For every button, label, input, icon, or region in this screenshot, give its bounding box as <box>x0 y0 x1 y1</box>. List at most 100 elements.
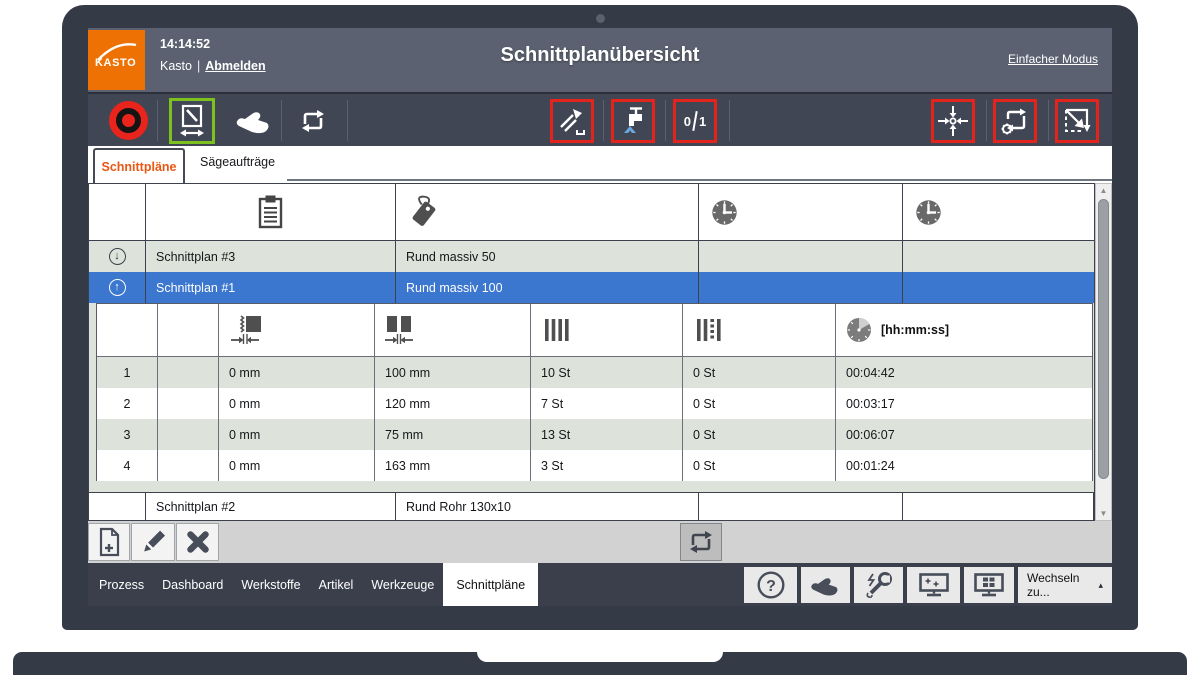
detail-spare-cell <box>158 357 219 388</box>
detail-row[interactable]: 3 0 mm 75 mm 13 St 0 St 00:06:07 <box>97 419 1092 450</box>
scrollbar-thumb[interactable] <box>1098 199 1109 479</box>
detail-qty-cell: 3 St <box>531 450 683 481</box>
detail-spare-cell <box>158 450 219 481</box>
tab-saegeauftraege[interactable]: Sägeaufträge <box>200 155 275 169</box>
plan-detail-zone: [hh:mm:ss] 1 0 mm 100 mm 10 St 0 St 00:0… <box>89 303 1094 492</box>
service-tools-button[interactable] <box>854 567 903 603</box>
time1-cell <box>699 241 903 272</box>
detail-spare-cell <box>158 419 219 450</box>
detail-row[interactable]: 4 0 mm 163 mm 3 St 0 St 00:01:24 <box>97 450 1092 481</box>
page-title: Schnittplanübersicht <box>88 44 1112 67</box>
nav-item-werkzeuge[interactable]: Werkzeuge <box>362 578 443 592</box>
detail-header-num <box>97 304 158 356</box>
time1-cell <box>699 272 903 303</box>
edit-plan-button[interactable] <box>131 523 175 561</box>
app-header: KASTO 14:14:52 Kasto|Abmelden Schnittpla… <box>88 28 1112 92</box>
cut-length-icon <box>379 314 419 346</box>
time2-cell <box>903 493 1094 520</box>
clock-icon <box>711 199 738 226</box>
nav-item-artikel[interactable]: Artikel <box>310 578 363 592</box>
os-monitor-windows-icon <box>973 572 1005 598</box>
switch-to-button[interactable]: Wechseln zu... ▴ <box>1018 567 1112 603</box>
time2-cell <box>903 272 1094 303</box>
detail-time-cell: 00:01:24 <box>836 450 1092 481</box>
clean-screen-button[interactable] <box>907 567 960 603</box>
nav-item-prozess[interactable]: Prozess <box>90 578 153 592</box>
detail-header-duration: [hh:mm:ss] <box>836 304 1092 356</box>
action-bar <box>88 521 1112 563</box>
toolbar-separator <box>603 100 604 141</box>
laptop-base-notch <box>477 652 723 662</box>
simple-mode-link[interactable]: Einfacher Modus <box>1008 52 1098 66</box>
coolant-tap-button[interactable] <box>611 99 655 143</box>
detail-time-cell: 00:03:17 <box>836 388 1092 419</box>
nav-item-dashboard[interactable]: Dashboard <box>153 578 232 592</box>
help-button[interactable]: ? <box>744 567 797 603</box>
move-to-center-button[interactable] <box>931 99 975 143</box>
bottom-nav: Prozess Dashboard Werkstoffe Artikel Wer… <box>88 563 1112 606</box>
table-row-selected[interactable]: ↑ Schnittplan #1 Rund massiv 100 <box>89 272 1094 303</box>
collapse-up-icon[interactable]: ↑ <box>109 279 126 296</box>
emergency-stop-button[interactable] <box>109 101 148 140</box>
detail-header-row: [hh:mm:ss] <box>97 304 1092 357</box>
grab-mode-button[interactable] <box>801 567 850 603</box>
material-cell: Rund massiv 100 <box>396 272 699 303</box>
detail-kerf-cell: 0 mm <box>219 388 375 419</box>
tab-schnittplaene[interactable]: Schnittpläne <box>93 148 185 183</box>
retract-diagonal-button[interactable] <box>1055 99 1099 143</box>
nav-item-schnittplaene-active[interactable]: Schnittpläne <box>443 563 538 606</box>
clipboard-icon <box>257 194 284 230</box>
detail-num-cell: 4 <box>97 450 158 481</box>
detail-header-length <box>375 304 531 356</box>
plan-name-cell: Schnittplan #2 <box>146 493 396 520</box>
new-plan-button[interactable] <box>88 523 130 561</box>
delete-plan-button[interactable] <box>176 523 219 561</box>
tab-strip-line <box>287 179 1112 181</box>
table-row[interactable]: ↓ Schnittplan #3 Rund massiv 50 <box>89 241 1094 272</box>
toolbar-separator <box>729 100 730 141</box>
material-tag-icon <box>408 194 444 230</box>
detail-header-kerf <box>219 304 375 356</box>
ramp-feed-button[interactable] <box>550 99 594 143</box>
detail-row[interactable]: 1 0 mm 100 mm 10 St 0 St 00:04:42 <box>97 357 1092 388</box>
switch-to-label: Wechseln zu... <box>1027 571 1098 599</box>
service-tools-icon <box>864 571 894 599</box>
power-0-1-button[interactable]: 01 <box>673 99 717 143</box>
vertical-scrollbar[interactable]: ▲ ▼ <box>1095 183 1112 521</box>
cycle-settings-icon <box>999 105 1031 137</box>
cycle-loop-button[interactable] <box>298 107 328 140</box>
expand-cell[interactable] <box>89 493 146 520</box>
toolbar-separator <box>1048 100 1049 141</box>
plan-detail-table: [hh:mm:ss] 1 0 mm 100 mm 10 St 0 St 00:0… <box>96 303 1093 481</box>
clock-icon <box>915 199 942 226</box>
grab-hand-button[interactable] <box>234 106 274 141</box>
detail-row[interactable]: 2 0 mm 120 mm 7 St 0 St 00:03:17 <box>97 388 1092 419</box>
cycle-settings-button[interactable] <box>993 99 1037 143</box>
os-desktop-button[interactable] <box>964 567 1014 603</box>
scroll-up-arrow[interactable]: ▲ <box>1096 186 1111 195</box>
header-expand-column <box>89 184 146 240</box>
expand-down-icon[interactable]: ↓ <box>109 248 126 265</box>
expand-cell[interactable]: ↓ <box>89 241 146 272</box>
power-0-1-icon: 01 <box>684 111 706 131</box>
duration-clock-icon <box>846 317 872 343</box>
webcam-dot <box>596 14 605 23</box>
detail-rest-cell: 0 St <box>683 357 836 388</box>
cycle-loop-icon <box>298 107 328 135</box>
power-one: 1 <box>699 114 706 129</box>
scroll-down-arrow[interactable]: ▼ <box>1096 509 1111 518</box>
retract-diagonal-icon <box>1061 105 1093 137</box>
power-zero: 0 <box>684 114 691 129</box>
run-cycle-button[interactable] <box>680 523 722 561</box>
cutting-plan-table: ↓ Schnittplan #3 Rund massiv 50 ↑ Schnit… <box>88 183 1095 521</box>
svg-text:?: ? <box>766 578 776 595</box>
detail-qty-cell: 10 St <box>531 357 683 388</box>
nav-item-werkstoffe[interactable]: Werkstoffe <box>232 578 309 592</box>
header-time2-column <box>903 184 1094 240</box>
header-time1-column <box>699 184 903 240</box>
expand-cell[interactable]: ↑ <box>89 272 146 303</box>
laptop-mockup: KASTO 14:14:52 Kasto|Abmelden Schnittpla… <box>0 0 1200 675</box>
toolbar-separator <box>347 100 348 141</box>
table-row[interactable]: Schnittplan #2 Rund Rohr 130x10 <box>89 492 1094 520</box>
measure-frame-button[interactable] <box>169 98 215 144</box>
